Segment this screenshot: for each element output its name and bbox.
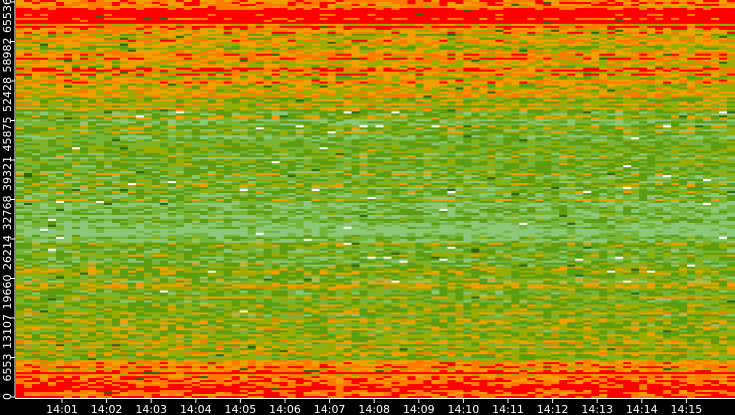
- heatmap-cells: [16, 0, 735, 398]
- heatmap-chart: 0655313107196602621432768393214587552428…: [0, 0, 735, 415]
